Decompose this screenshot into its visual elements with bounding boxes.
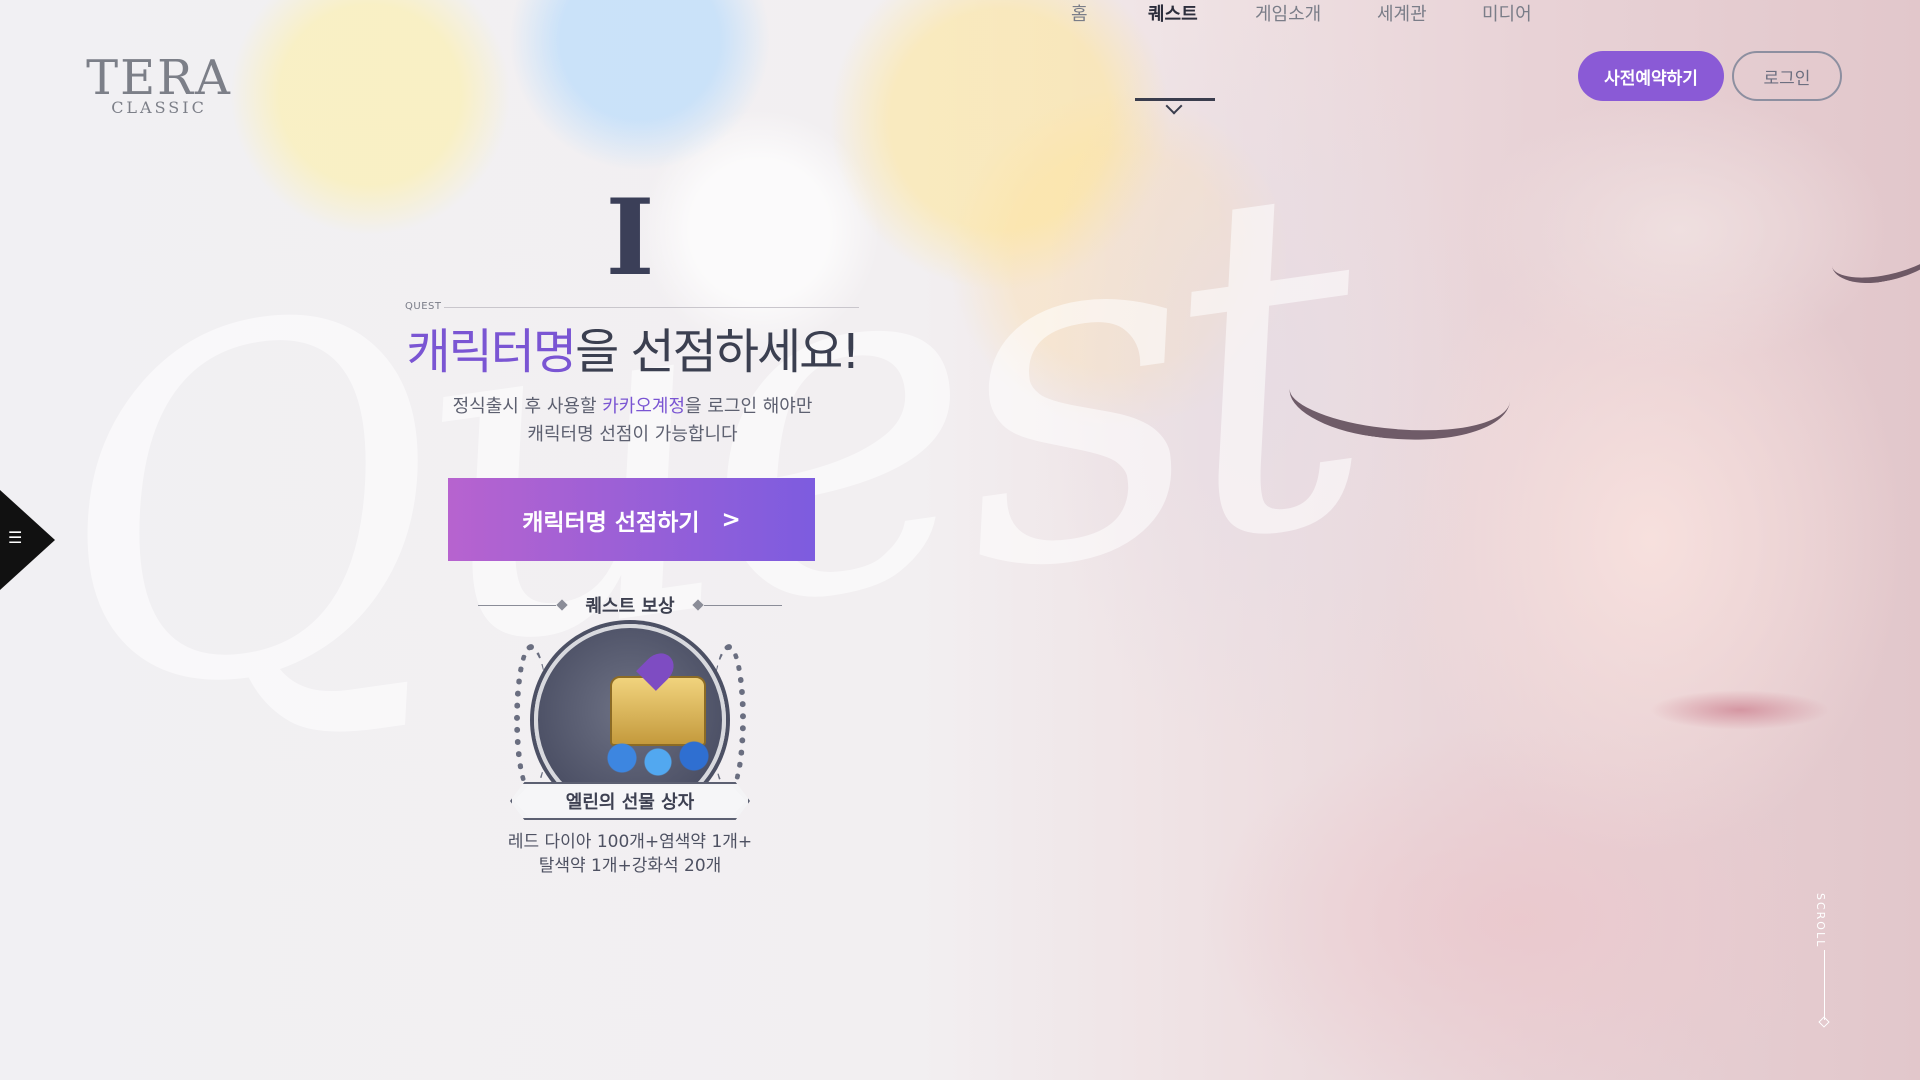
nav-item-game-intro[interactable]: 게임소개 [1255, 0, 1321, 26]
login-button[interactable]: 로그인 [1732, 51, 1842, 101]
quest-headline: 캐릭터명을 선점하세요! [400, 322, 865, 382]
desc-line1-before: 정식출시 후 사용할 [452, 396, 603, 417]
desc-line-2: 캐릭터명 선점이 가능합니다 [527, 424, 738, 445]
reward-badge: 엘린의 선물 상자 [510, 624, 750, 824]
reward-item-name: 엘린의 선물 상자 [565, 792, 695, 813]
nav-item-home[interactable]: 홈 [1071, 0, 1088, 26]
tera-classic-logo[interactable]: TERA CLASSIC [84, 50, 234, 125]
gems-icon [598, 738, 718, 778]
nav-item-quest[interactable]: 퀘스트 [1148, 0, 1198, 26]
character-portrait [1000, 0, 1920, 1080]
desc-line1-after: 을 로그인 해야만 [685, 396, 813, 417]
preregister-button[interactable]: 사전예약하기 [1578, 51, 1724, 101]
reward-item-banner: 엘린의 선물 상자 [510, 782, 750, 820]
character-lips [1650, 690, 1830, 730]
desc-line1-accent: 카카오계정 [602, 396, 686, 417]
chevron-right-icon: > [721, 506, 741, 533]
nav-item-media[interactable]: 미디어 [1482, 0, 1532, 26]
scroll-label: SCROLL [1814, 893, 1827, 949]
headline-rest: 을 선점하세요! [575, 324, 860, 380]
nav-item-worldview[interactable]: 세계관 [1377, 0, 1427, 26]
nav-active-indicator [1135, 98, 1215, 101]
reward-detail-line-2: 탈색약 1개+강화석 20개 [538, 856, 722, 876]
quest-number: I [605, 175, 655, 299]
reward-title-line-right [704, 605, 782, 606]
hamburger-menu-icon[interactable]: ☰ [8, 530, 22, 546]
quest-description: 정식출시 후 사용할 카카오계정을 로그인 해야만 캐릭터명 선점이 가능합니다 [400, 393, 865, 449]
headline-accent: 캐릭터명 [406, 324, 577, 380]
reward-detail: 레드 다이아 100개+염색약 1개+ 탈색약 1개+강화석 20개 [470, 830, 790, 878]
quest-label: QUEST [405, 301, 442, 312]
desc-line-1: 정식출시 후 사용할 카카오계정을 로그인 해야만 [400, 393, 865, 421]
quest-divider [444, 307, 859, 308]
reward-title-row: 퀘스트 보상 [478, 592, 782, 618]
reward-detail-line-1: 레드 다이아 100개+염색약 1개+ [507, 832, 753, 852]
cta-label: 캐릭터명 선점하기 [522, 509, 700, 536]
reserve-character-name-button[interactable]: 캐릭터명 선점하기 > [448, 478, 815, 561]
scroll-line [1824, 950, 1825, 1020]
